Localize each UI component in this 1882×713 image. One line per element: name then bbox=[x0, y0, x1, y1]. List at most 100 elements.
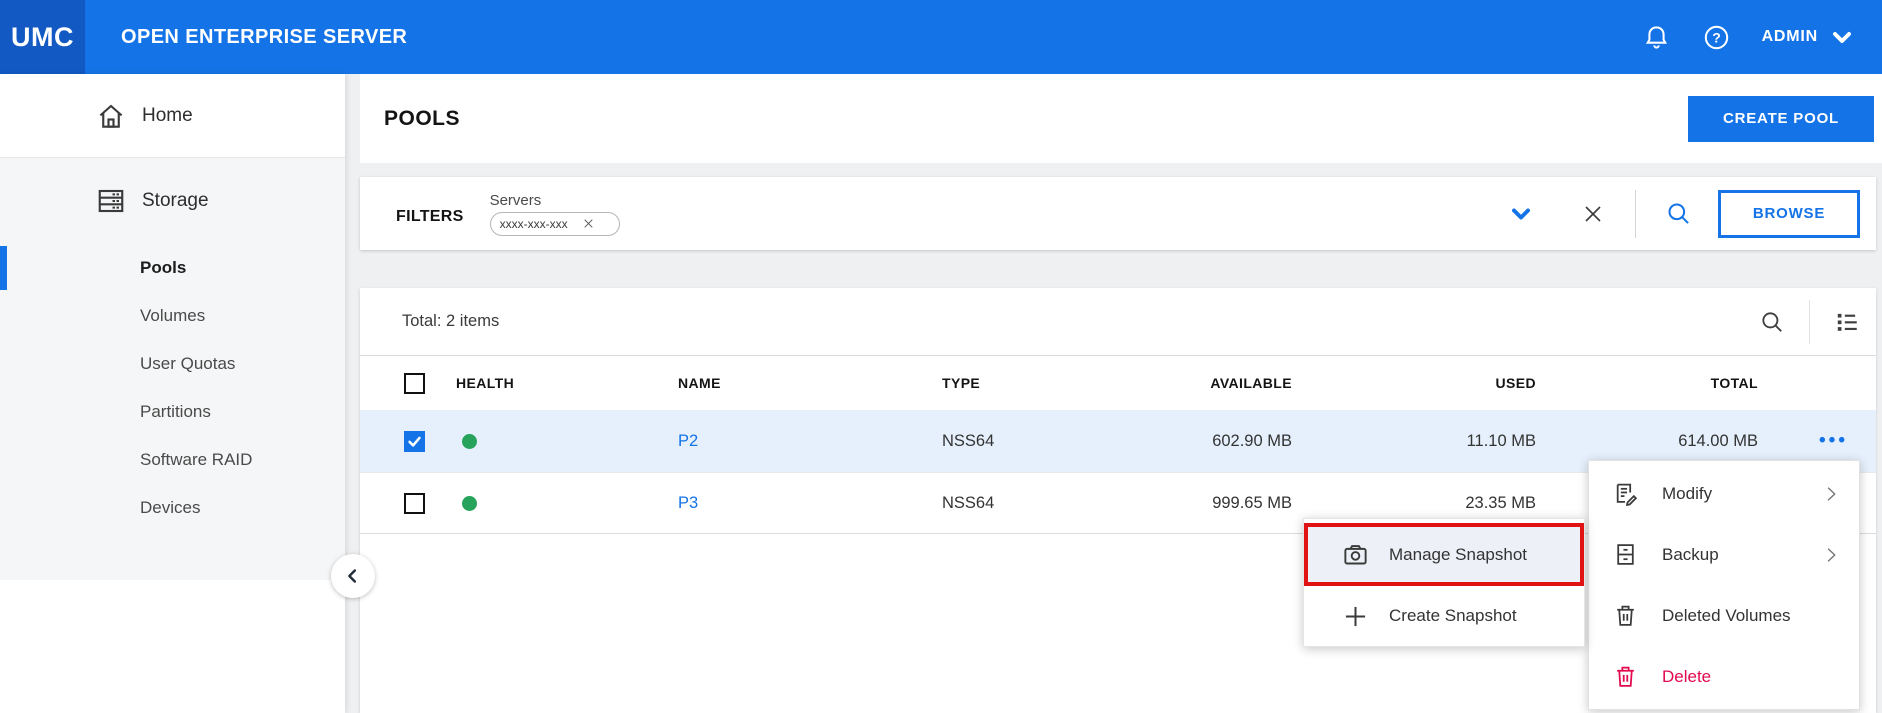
select-all-checkbox[interactable] bbox=[404, 373, 425, 394]
page-header: POOLS CREATE POOL bbox=[360, 74, 1882, 163]
column-header-used: USED bbox=[1292, 375, 1536, 391]
sidebar-devices-label: Devices bbox=[140, 498, 200, 518]
server-filter-chip[interactable]: xxxx-xxx-xxx bbox=[490, 212, 620, 236]
chevron-down-icon bbox=[1830, 25, 1854, 49]
menu-item-deleted-volumes-label: Deleted Volumes bbox=[1662, 606, 1791, 626]
close-icon bbox=[1581, 202, 1605, 226]
check-icon bbox=[406, 433, 423, 450]
row-checkbox[interactable] bbox=[404, 493, 425, 514]
toolbar-divider bbox=[1809, 300, 1810, 344]
chevron-left-icon bbox=[342, 565, 364, 587]
sidebar-software-raid-label: Software RAID bbox=[140, 450, 252, 470]
search-icon bbox=[1759, 309, 1785, 335]
trash-icon bbox=[1613, 603, 1638, 628]
column-header-health: HEALTH bbox=[456, 375, 678, 391]
table-total-count: Total: 2 items bbox=[402, 312, 499, 331]
sidebar-item-home[interactable]: Home bbox=[0, 74, 345, 158]
sidebar-item-partitions[interactable]: Partitions bbox=[0, 388, 345, 436]
camera-icon bbox=[1342, 541, 1369, 568]
sidebar-storage-label: Storage bbox=[142, 190, 209, 212]
table-header-row: HEALTH NAME TYPE AVAILABLE USED TOTAL bbox=[360, 355, 1876, 410]
app-title: OPEN ENTERPRISE SERVER bbox=[121, 26, 407, 49]
modify-icon bbox=[1613, 481, 1638, 506]
sidebar-subnav: Pools Volumes User Quotas Partitions Sof… bbox=[0, 244, 345, 578]
table-search-button[interactable] bbox=[1757, 307, 1787, 337]
row-checkbox[interactable] bbox=[404, 431, 425, 452]
filters-divider bbox=[1635, 190, 1636, 238]
sidebar-item-volumes[interactable]: Volumes bbox=[0, 292, 345, 340]
storage-icon bbox=[96, 186, 126, 216]
column-header-total: TOTAL bbox=[1536, 375, 1758, 391]
help-icon[interactable]: ? bbox=[1702, 22, 1732, 52]
page-title: POOLS bbox=[384, 107, 460, 131]
sidebar-pools-label: Pools bbox=[140, 258, 186, 278]
filters-expand-button[interactable] bbox=[1507, 200, 1535, 228]
servers-filter-field: Servers xxxx-xxx-xxx bbox=[490, 192, 620, 236]
menu-item-manage-snapshot-label: Manage Snapshot bbox=[1389, 545, 1527, 565]
pool-name-link[interactable]: P3 bbox=[678, 494, 942, 513]
pool-type: NSS64 bbox=[942, 432, 1050, 451]
menu-item-backup-label: Backup bbox=[1662, 545, 1719, 565]
topbar-actions: ? ADMIN bbox=[1642, 22, 1882, 52]
top-bar: UMC OPEN ENTERPRISE SERVER ? ADMIN bbox=[0, 0, 1882, 74]
chevron-down-icon bbox=[1507, 200, 1535, 228]
filters-label: FILTERS bbox=[396, 208, 464, 226]
plus-icon bbox=[1342, 603, 1369, 630]
search-icon bbox=[1665, 200, 1692, 227]
column-header-name: NAME bbox=[678, 375, 942, 391]
pool-used: 23.35 MB bbox=[1292, 494, 1536, 513]
row-actions-button[interactable]: ••• bbox=[1819, 430, 1848, 452]
menu-item-create-snapshot[interactable]: Create Snapshot bbox=[1304, 586, 1584, 646]
pool-name-link[interactable]: P2 bbox=[678, 432, 942, 451]
sidebar-item-software-raid[interactable]: Software RAID bbox=[0, 436, 345, 484]
server-chip-value: xxxx-xxx-xxx bbox=[500, 217, 568, 231]
svg-text:?: ? bbox=[1712, 29, 1721, 45]
umc-logo: UMC bbox=[0, 0, 85, 74]
filters-bar: FILTERS Servers xxxx-xxx-xxx bbox=[360, 177, 1876, 250]
menu-item-create-snapshot-label: Create Snapshot bbox=[1389, 606, 1517, 626]
sidebar-partitions-label: Partitions bbox=[140, 402, 211, 422]
snapshot-submenu: Manage Snapshot Create Snapshot bbox=[1303, 518, 1585, 647]
table-toolbar-actions bbox=[1757, 300, 1862, 344]
chip-remove-icon[interactable] bbox=[582, 217, 595, 230]
sidebar-item-devices[interactable]: Devices bbox=[0, 484, 345, 532]
sidebar-collapse-button[interactable] bbox=[331, 554, 375, 598]
table-view-options-button[interactable] bbox=[1832, 307, 1862, 337]
user-menu[interactable]: ADMIN bbox=[1762, 25, 1854, 49]
menu-item-backup[interactable]: Backup bbox=[1589, 524, 1859, 585]
sidebar-user-quotas-label: User Quotas bbox=[140, 354, 235, 374]
filter-controls: BROWSE bbox=[1507, 190, 1860, 238]
sidebar-item-pools[interactable]: Pools bbox=[0, 244, 345, 292]
pool-used: 11.10 MB bbox=[1292, 432, 1536, 451]
backup-icon bbox=[1613, 542, 1638, 567]
health-status-ok bbox=[462, 434, 477, 449]
chevron-right-icon bbox=[1821, 484, 1841, 504]
bell-icon[interactable] bbox=[1642, 22, 1672, 52]
filters-clear-button[interactable] bbox=[1579, 200, 1607, 228]
create-pool-button[interactable]: CREATE POOL bbox=[1688, 96, 1874, 142]
menu-item-modify[interactable]: Modify bbox=[1589, 463, 1859, 524]
filters-search-button[interactable] bbox=[1664, 200, 1692, 228]
pool-available: 999.65 MB bbox=[1050, 494, 1292, 513]
sidebar-storage-section: Storage Pools Volumes User Quotas Partit… bbox=[0, 158, 345, 580]
menu-item-manage-snapshot[interactable]: Manage Snapshot bbox=[1304, 523, 1584, 586]
sidebar-volumes-label: Volumes bbox=[140, 306, 205, 326]
servers-field-label: Servers bbox=[490, 192, 620, 209]
sidebar-item-storage[interactable]: Storage bbox=[0, 158, 345, 244]
column-header-type: TYPE bbox=[942, 375, 1050, 391]
pool-available: 602.90 MB bbox=[1050, 432, 1292, 451]
menu-item-delete-label: Delete bbox=[1662, 667, 1711, 687]
trash-icon bbox=[1613, 664, 1638, 689]
health-status-ok bbox=[462, 496, 477, 511]
pool-type: NSS64 bbox=[942, 494, 1050, 513]
browse-button[interactable]: BROWSE bbox=[1718, 190, 1860, 238]
menu-item-deleted-volumes[interactable]: Deleted Volumes bbox=[1589, 585, 1859, 646]
table-toolbar: Total: 2 items bbox=[360, 288, 1876, 355]
sidebar-item-user-quotas[interactable]: User Quotas bbox=[0, 340, 345, 388]
chevron-right-icon bbox=[1821, 545, 1841, 565]
home-icon bbox=[96, 101, 126, 131]
sidebar: Home Storage bbox=[0, 74, 345, 713]
column-header-available: AVAILABLE bbox=[1050, 375, 1292, 391]
menu-item-delete[interactable]: Delete bbox=[1589, 646, 1859, 707]
list-icon bbox=[1834, 309, 1860, 335]
